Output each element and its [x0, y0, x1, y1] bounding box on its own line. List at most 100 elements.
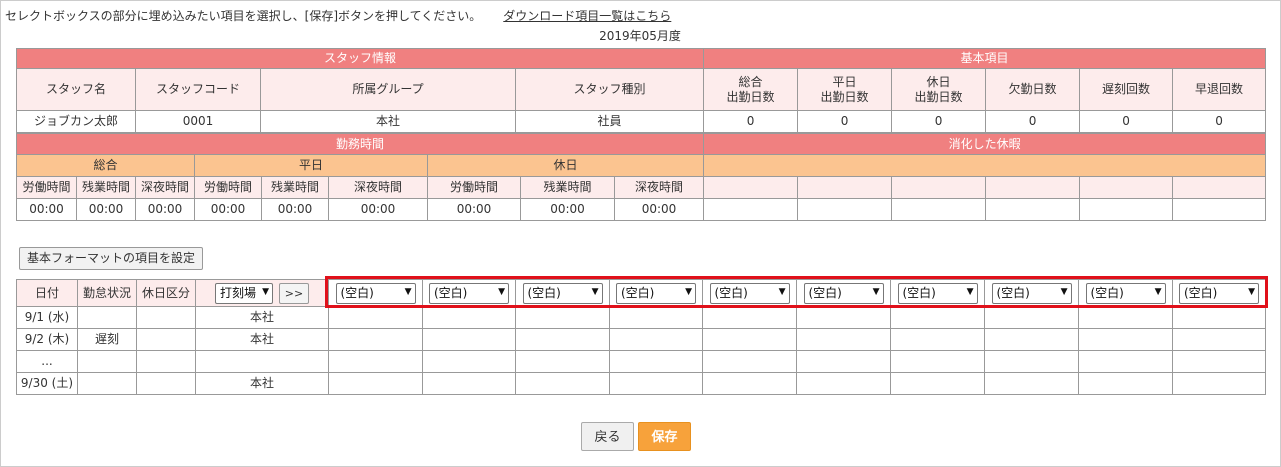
blank-select-10[interactable]: (空白) ▼ — [1179, 282, 1259, 304]
period-label: 2019年05月度 — [599, 29, 681, 43]
blank-select-6[interactable]: (空白) ▼ — [803, 282, 884, 304]
instruction-text: セレクトボックスの部分に埋め込みたい項目を選択し、[保存]ボタンを押してください… — [5, 7, 671, 24]
holiday-workdays-header: 休日 出勤日数 — [891, 68, 987, 111]
holiday-night-value: 00:00 — [613, 198, 705, 221]
place-cell: 本社 — [195, 372, 329, 395]
chevron-down-icon: ▼ — [1248, 287, 1255, 298]
blank-select-3[interactable]: (空白) ▼ — [522, 282, 603, 304]
empty-cell — [1078, 306, 1173, 329]
empty-cell — [1078, 328, 1173, 351]
empty-cell — [796, 372, 891, 395]
blank-select-cell: (空白) ▼ — [328, 279, 423, 307]
blank-select-2[interactable]: (空白) ▼ — [429, 282, 509, 304]
leave-header-cell — [1079, 176, 1174, 199]
total-workdays-value: 0 — [703, 110, 799, 133]
blank-select-1[interactable]: (空白) ▼ — [335, 282, 416, 304]
blank-select-value: (空白) — [340, 285, 374, 300]
empty-cell — [515, 328, 610, 351]
empty-cell — [422, 350, 516, 373]
leave-header-cell — [703, 176, 799, 199]
empty-cell — [702, 350, 797, 373]
total-night-header: 深夜時間 — [135, 176, 195, 199]
total-overtime-header: 残業時間 — [76, 176, 136, 199]
group-weekday-header: 平日 — [194, 154, 428, 177]
save-button[interactable]: 保存 — [638, 422, 691, 451]
blank-select-7[interactable]: (空白) ▼ — [897, 282, 978, 304]
staff-code-header: スタッフコード — [135, 68, 261, 111]
work-hours-title: 勤務時間 — [15, 133, 705, 155]
late-count-header: 遅刻回数 — [1079, 68, 1174, 111]
blank-select-value: (空白) — [714, 285, 748, 300]
staff-name-header: スタッフ名 — [16, 68, 136, 111]
empty-cell — [609, 372, 703, 395]
weekday-workdays-header: 平日 出勤日数 — [797, 68, 893, 111]
place-cell: 本社 — [195, 328, 329, 351]
date-header: 日付 — [16, 279, 78, 307]
back-button[interactable]: 戻る — [581, 422, 634, 451]
holiday-type-header: 休日区分 — [136, 279, 196, 307]
total-work-time-header: 労働時間 — [16, 176, 77, 199]
total-workdays-header: 総合 出勤日数 — [703, 68, 799, 111]
empty-cell — [1172, 306, 1266, 329]
leave-value-cell — [891, 198, 987, 221]
group-holiday-header: 休日 — [426, 154, 705, 177]
move-column-button[interactable]: >> — [279, 282, 309, 304]
total-night-value: 00:00 — [135, 198, 195, 221]
empty-cell — [609, 306, 703, 329]
stamp-place-select[interactable]: 打刻場 ▼ — [215, 282, 273, 304]
group-header: 所属グループ — [260, 68, 516, 111]
set-basic-format-button[interactable]: 基本フォーマットの項目を設定 — [19, 247, 204, 270]
empty-cell — [609, 328, 703, 351]
blank-select-value: (空白) — [902, 285, 936, 300]
empty-cell — [422, 372, 516, 395]
empty-cell — [1078, 350, 1173, 373]
basic-items-title: 基本項目 — [703, 48, 1267, 69]
stamp-place-select-value: 打刻場 — [220, 285, 257, 300]
leave-value-cell — [985, 198, 1081, 221]
chevron-down-icon: ▼ — [404, 287, 412, 298]
leave-header-cell — [797, 176, 893, 199]
blank-select-cell: (空白) ▼ — [1172, 279, 1266, 307]
empty-cell — [984, 306, 1079, 329]
place-cell — [195, 350, 329, 373]
leave-group-header — [703, 154, 1267, 177]
blank-select-9[interactable]: (空白) ▼ — [1085, 282, 1166, 304]
holiday-cell — [136, 328, 196, 351]
blank-select-4[interactable]: (空白) ▼ — [616, 282, 696, 304]
staff-code-value: 0001 — [135, 110, 261, 133]
empty-cell — [1078, 372, 1173, 395]
stamp-place-header: 打刻場 ▼ >> — [195, 279, 329, 307]
work-hours-table: 勤務時間 消化した休暇 総合 平日 休日 労働時間 残業時間 深夜時間 労働時間… — [15, 133, 1267, 221]
blank-select-cell: (空白) ▼ — [422, 279, 516, 307]
instruction-message: セレクトボックスの部分に埋め込みたい項目を選択し、[保存]ボタンを押してください… — [5, 9, 482, 23]
daily-format-table: 日付 勤怠状況 休日区分 打刻場 ▼ >> (空白) ▼ (空白) ▼ (空白) ▼ (空… — [16, 279, 1266, 395]
leave-value-cell — [797, 198, 893, 221]
empty-cell — [702, 372, 797, 395]
empty-cell — [515, 306, 610, 329]
holiday-overtime-header: 残業時間 — [520, 176, 615, 199]
early-leave-header: 早退回数 — [1172, 68, 1267, 111]
date-cell: 9/1 (水) — [16, 306, 78, 329]
download-items-link[interactable]: ダウンロード項目一覧はこちら — [503, 9, 671, 23]
blank-select-cell: (空白) ▼ — [890, 279, 985, 307]
early-leave-value: 0 — [1172, 110, 1267, 133]
chevron-down-icon: ▼ — [262, 287, 269, 298]
holiday-night-header: 深夜時間 — [613, 176, 705, 199]
weekday-work-time-value: 00:00 — [194, 198, 262, 221]
empty-cell — [609, 350, 703, 373]
weekday-night-header: 深夜時間 — [328, 176, 428, 199]
empty-cell — [328, 328, 423, 351]
leave-header-cell — [891, 176, 987, 199]
chevron-down-icon: ▼ — [778, 287, 786, 298]
holiday-cell — [136, 372, 196, 395]
blank-select-8[interactable]: (空白) ▼ — [991, 282, 1072, 304]
chevron-down-icon: ▼ — [591, 287, 599, 298]
empty-cell — [796, 328, 891, 351]
empty-cell — [890, 350, 985, 373]
blank-select-cell: (空白) ▼ — [609, 279, 703, 307]
staff-info-title: スタッフ情報 — [15, 48, 705, 69]
blank-select-value: (空白) — [434, 285, 468, 300]
leave-value-cell — [703, 198, 799, 221]
holiday-workdays-header-line1: 休日 — [926, 74, 951, 89]
blank-select-5[interactable]: (空白) ▼ — [709, 282, 790, 304]
